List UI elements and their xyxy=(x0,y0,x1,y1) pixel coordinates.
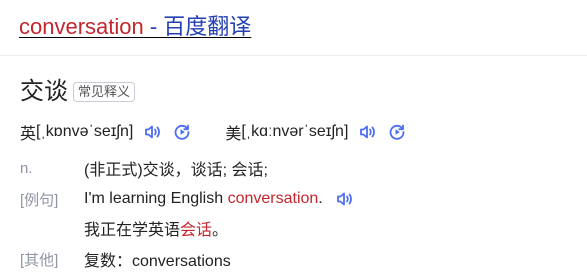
replay-icon[interactable] xyxy=(171,121,193,143)
example-zh-row: 我正在学英语会话。 xyxy=(20,217,228,239)
replay-icon[interactable] xyxy=(386,121,408,143)
part-of-speech: n. xyxy=(20,159,33,177)
headword: 交谈 xyxy=(20,78,68,105)
example-zh-highlight: 会话 xyxy=(180,222,213,239)
dictionary-panel: 交谈 常见释义 英 [ˌkɒnvəˈseɪʃn] 美 [ˌkɑːnvərˈseɪ… xyxy=(0,55,587,280)
speaker-icon[interactable] xyxy=(356,121,378,143)
example-zh-text: 我正在学英语会话。 xyxy=(84,216,228,240)
example-en-highlight: conversation xyxy=(227,190,319,207)
example-label: [例句] xyxy=(20,191,59,209)
example-en-text: I'm learning English conversation. xyxy=(84,190,323,208)
uk-label: 英 xyxy=(20,126,37,143)
us-phonetic-group: 美 [ˌkɑːnvərˈseɪʃn] xyxy=(225,120,416,144)
headword-row: 交谈 常见释义 xyxy=(20,76,136,108)
other-row: [其他] 复数：conversations xyxy=(20,248,231,271)
uk-phonetic-group: 英 [ˌkɒnvəˈseɪʃn] xyxy=(20,120,201,144)
example-zh-before: 我正在学英语 xyxy=(84,222,181,239)
example-en-before: I'm learning English xyxy=(84,190,228,207)
us-phonetic: [ˌkɑːnvərˈseɪʃn] xyxy=(241,123,349,140)
result-title-source[interactable]: - 百度翻译 xyxy=(144,14,251,39)
result-title-keyword[interactable]: conversation xyxy=(19,14,144,39)
example-en-row: [例句] I'm learning English conversation. xyxy=(20,188,363,210)
example-zh-after: 。 xyxy=(212,222,229,239)
definition-text: (非正式)交谈，谈话; 会话; xyxy=(84,162,268,179)
speaker-icon[interactable] xyxy=(333,188,355,210)
other-label: [其他] xyxy=(20,251,59,269)
common-meaning-tag: 常见释义 xyxy=(73,82,136,102)
definition-row: n. (非正式)交谈，谈话; 会话; xyxy=(20,157,268,180)
uk-phonetic: [ˌkɒnvəˈseɪʃn] xyxy=(36,123,134,140)
speaker-icon[interactable] xyxy=(141,121,163,143)
result-title-link[interactable]: conversation - 百度翻译 xyxy=(19,12,251,42)
us-label: 美 xyxy=(225,126,242,143)
phonetics-row: 英 [ˌkɒnvəˈseɪʃn] 美 [ˌkɑːnvərˈseɪʃn] xyxy=(20,121,416,143)
example-en-after: . xyxy=(318,190,323,207)
translation-result-card: conversation - 百度翻译 交谈 常见释义 英 [ˌkɒnvəˈse… xyxy=(0,0,587,280)
other-text: 复数：conversations xyxy=(84,253,231,270)
